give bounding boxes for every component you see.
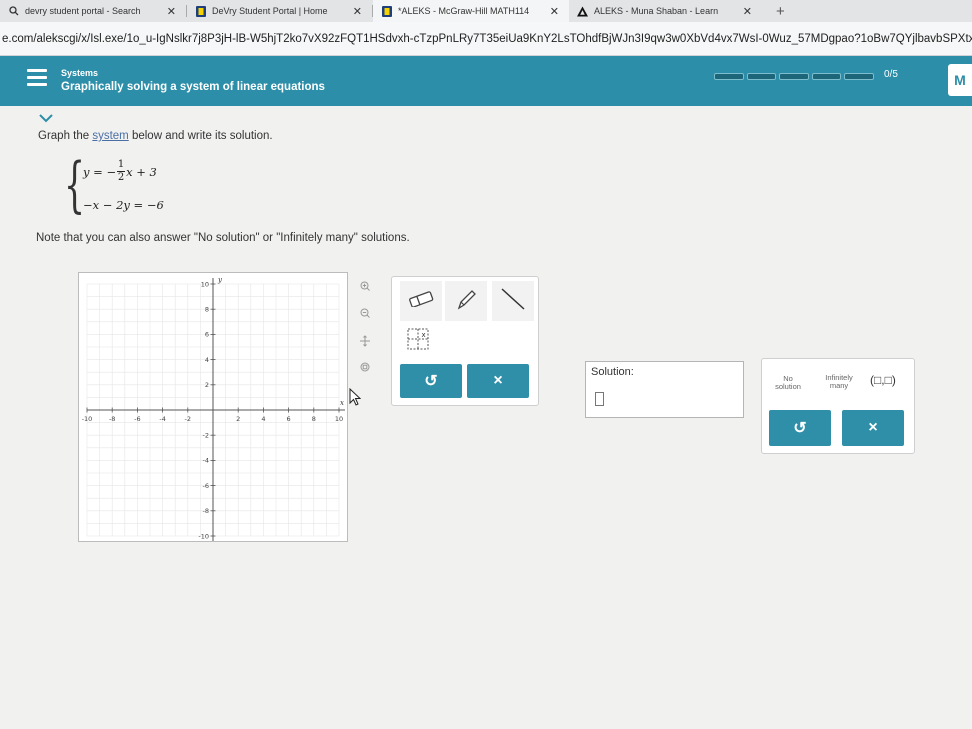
- graph-canvas[interactable]: x y -10 -8 -6 -4 -2 2 4 6 8 10 10 8 6 4 2 -2 -4 -6 -8 -10: [78, 272, 348, 542]
- equation-1: y = − 1 2 x + 3: [83, 160, 157, 183]
- point-tool[interactable]: x: [407, 328, 429, 350]
- close-tab-icon[interactable]: ✕: [550, 5, 559, 18]
- line-icon: [499, 286, 527, 317]
- point-grid-icon: x: [407, 328, 429, 354]
- option-label: solution: [775, 382, 801, 391]
- infinitely-many-button[interactable]: Infinitely many: [820, 374, 858, 390]
- eq1-rhs: x + 3: [126, 164, 157, 179]
- browser-tab[interactable]: ALEKS - Muna Shaban - Learn ✕: [569, 0, 762, 22]
- eq1-lhs: y = −: [83, 164, 117, 179]
- tab-title: *ALEKS - McGraw-Hill MATH114: [398, 6, 530, 16]
- aleks-logo-icon: [577, 5, 588, 17]
- svg-text:x: x: [422, 331, 426, 339]
- y-tick-label: -10: [198, 532, 209, 540]
- y-tick-label: 2: [205, 381, 209, 389]
- new-tab-button[interactable]: +: [776, 3, 785, 20]
- no-solution-button[interactable]: No solution: [771, 375, 805, 391]
- option-label: many: [829, 381, 849, 390]
- fraction-numerator: 1: [117, 159, 125, 170]
- address-bar[interactable]: e.com/alekscgi/x/Isl.exe/1o_u-IgNslkr7j8…: [0, 22, 972, 56]
- progress-segment: [714, 73, 744, 80]
- zoom-in-icon[interactable]: [360, 281, 370, 294]
- problem-prompt: Graph the system below and write its sol…: [38, 130, 273, 142]
- topic-title: Graphically solving a system of linear e…: [61, 81, 325, 93]
- search-icon: [8, 6, 19, 17]
- close-tab-icon[interactable]: ✕: [167, 5, 176, 18]
- eraser-tool[interactable]: [400, 281, 442, 321]
- equation-system: { y = − 1 2 x + 3 −x − 2y = −6: [64, 155, 204, 219]
- browser-tab-bar: devry student portal - Search ✕ DeVry St…: [0, 0, 972, 22]
- zoom-out-icon[interactable]: [360, 308, 370, 321]
- x-tick-label: 10: [335, 415, 343, 423]
- y-tick-label: 10: [201, 280, 209, 288]
- answer-options-panel: No solution Infinitely many (□,□) ↺ ×: [761, 358, 915, 454]
- x-tick-label: 4: [261, 415, 265, 423]
- y-tick-label: -8: [203, 507, 209, 515]
- tab-title: devry student portal - Search: [25, 6, 141, 16]
- ordered-pair-button[interactable]: (□,□): [870, 373, 896, 387]
- progress-segment: [844, 73, 874, 80]
- fraction-denominator: 2: [117, 172, 125, 183]
- clear-answer-button[interactable]: ×: [842, 410, 904, 446]
- x-tick-label: 6: [287, 415, 291, 423]
- undo-answer-button[interactable]: ↺: [769, 410, 831, 446]
- profile-button[interactable]: M: [948, 64, 972, 96]
- mouse-cursor-icon: [349, 387, 362, 411]
- solution-input[interactable]: [595, 392, 604, 406]
- x-tick-label: 2: [236, 415, 240, 423]
- x-tick-label: -10: [82, 415, 93, 423]
- topic-group: Systems: [61, 68, 99, 78]
- solution-label: Solution:: [591, 366, 634, 378]
- y-tick-label: 8: [205, 306, 209, 314]
- chevron-down-icon[interactable]: [38, 110, 54, 123]
- close-tab-icon[interactable]: ✕: [353, 5, 362, 18]
- y-tick-label: 6: [205, 331, 209, 339]
- close-tab-icon[interactable]: ✕: [743, 5, 752, 18]
- progress-segment: [746, 73, 777, 80]
- eraser-icon: [408, 290, 434, 312]
- y-tick-label: 4: [205, 356, 209, 364]
- devry-logo-icon: [381, 5, 392, 17]
- system-link[interactable]: system: [92, 130, 128, 142]
- browser-tab[interactable]: DeVry Student Portal | Home ✕: [187, 0, 372, 22]
- x-tick-label: -4: [159, 415, 165, 423]
- line-tool[interactable]: [492, 281, 534, 321]
- menu-icon[interactable]: [27, 69, 47, 87]
- progress-segment: [811, 73, 842, 80]
- x-axis-label: x: [340, 399, 344, 407]
- prompt-text: Graph the: [38, 130, 93, 142]
- x-tick-label: -6: [134, 415, 140, 423]
- coordinate-plane[interactable]: x y -10 -8 -6 -4 -2 2 4 6 8 10 10 8 6 4 2 -2 -4 -6 -8 -10: [79, 273, 347, 542]
- brace: {: [64, 150, 86, 220]
- solution-box: Solution:: [585, 361, 744, 418]
- y-tick-label: -6: [203, 482, 209, 490]
- progress-segment: [779, 73, 809, 80]
- equation-2: −x − 2y = −6: [83, 198, 164, 212]
- progress-bar: [714, 73, 874, 80]
- x-tick-label: -2: [185, 415, 191, 423]
- prompt-text: below and write its solution.: [128, 130, 273, 142]
- devry-logo-icon: [195, 5, 206, 17]
- undo-graph-button[interactable]: ↺: [400, 364, 462, 398]
- url-text: e.com/alekscgi/x/Isl.exe/1o_u-IgNslkr7j8…: [2, 32, 972, 45]
- aleks-header: Systems Graphically solving a system of …: [0, 56, 972, 106]
- move-icon[interactable]: [359, 335, 371, 350]
- browser-tab-active[interactable]: *ALEKS - McGraw-Hill MATH114 ✕: [373, 0, 569, 22]
- graph-tools-panel: x ↺ ×: [391, 276, 539, 406]
- note-text: Note that you can also answer "No soluti…: [36, 232, 410, 244]
- progress-text: 0/5: [884, 69, 898, 80]
- y-tick-label: -2: [203, 432, 209, 440]
- x-tick-label: -8: [109, 415, 115, 423]
- fraction: 1 2: [117, 159, 126, 183]
- browser-tab[interactable]: devry student portal - Search ✕: [0, 0, 186, 22]
- reset-view-icon[interactable]: [360, 362, 370, 375]
- tab-title: ALEKS - Muna Shaban - Learn: [594, 6, 719, 16]
- clear-graph-button[interactable]: ×: [467, 364, 529, 398]
- y-tick-label: -4: [203, 457, 209, 465]
- y-axis-label: y: [217, 276, 223, 284]
- tab-title: DeVry Student Portal | Home: [212, 6, 328, 16]
- pencil-icon: [454, 287, 478, 316]
- pencil-tool[interactable]: [445, 281, 487, 321]
- x-tick-label: 8: [312, 415, 316, 423]
